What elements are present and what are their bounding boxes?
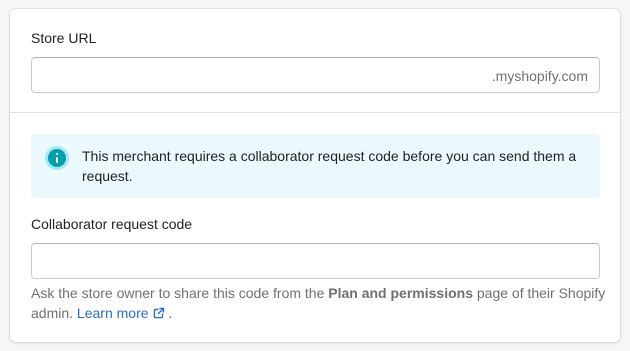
info-banner-message: This merchant requires a collaborator re… <box>82 148 577 184</box>
store-url-section: Store URL .myshopify.com <box>10 9 620 113</box>
store-url-suffix: .myshopify.com <box>491 68 588 84</box>
collaborator-code-help-text: Ask the store owner to share this code f… <box>31 283 611 323</box>
help-text-after: . <box>164 305 173 321</box>
collaborator-code-input[interactable] <box>31 243 600 279</box>
help-text-before: Ask the store owner to share this code f… <box>31 285 329 301</box>
learn-more-link[interactable]: Learn more <box>77 305 165 321</box>
store-url-label: Store URL <box>31 30 97 46</box>
collaborator-code-label: Collaborator request code <box>31 216 193 232</box>
learn-more-label: Learn more <box>76 305 149 321</box>
collaborator-request-card: Store URL .myshopify.com This merchant r… <box>10 9 620 342</box>
store-url-input[interactable]: .myshopify.com <box>31 57 600 93</box>
external-link-icon <box>153 307 164 319</box>
info-icon <box>45 146 69 170</box>
info-banner: This merchant requires a collaborator re… <box>31 134 600 198</box>
plan-permissions-emphasis: Plan and permissions <box>328 285 473 301</box>
